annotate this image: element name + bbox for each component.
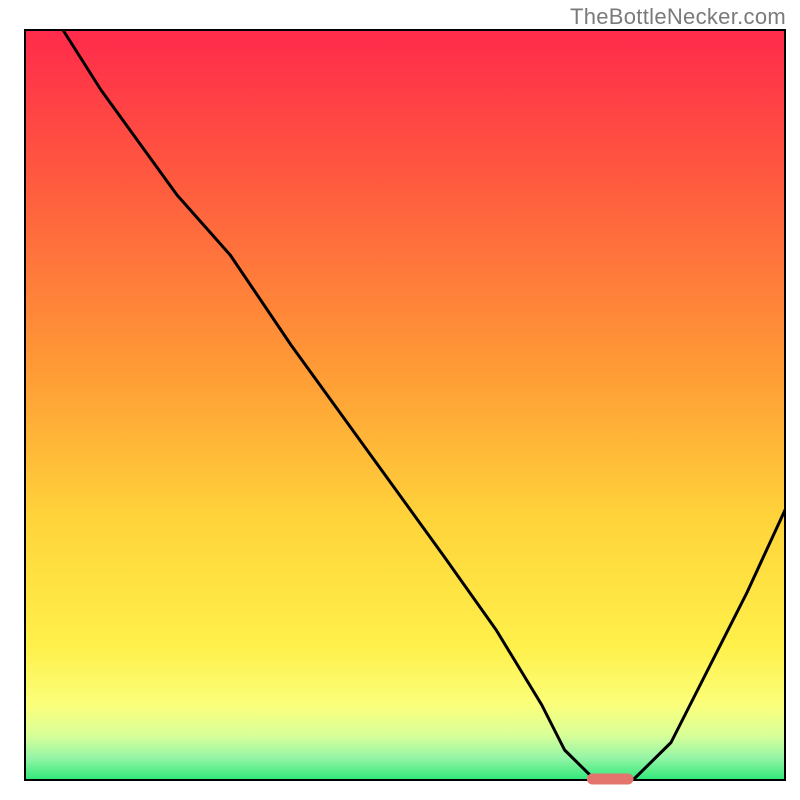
chart-frame: TheBottleNecker.com: [0, 0, 800, 800]
optimal-range-marker: [587, 774, 633, 784]
bottleneck-chart: [0, 0, 800, 800]
